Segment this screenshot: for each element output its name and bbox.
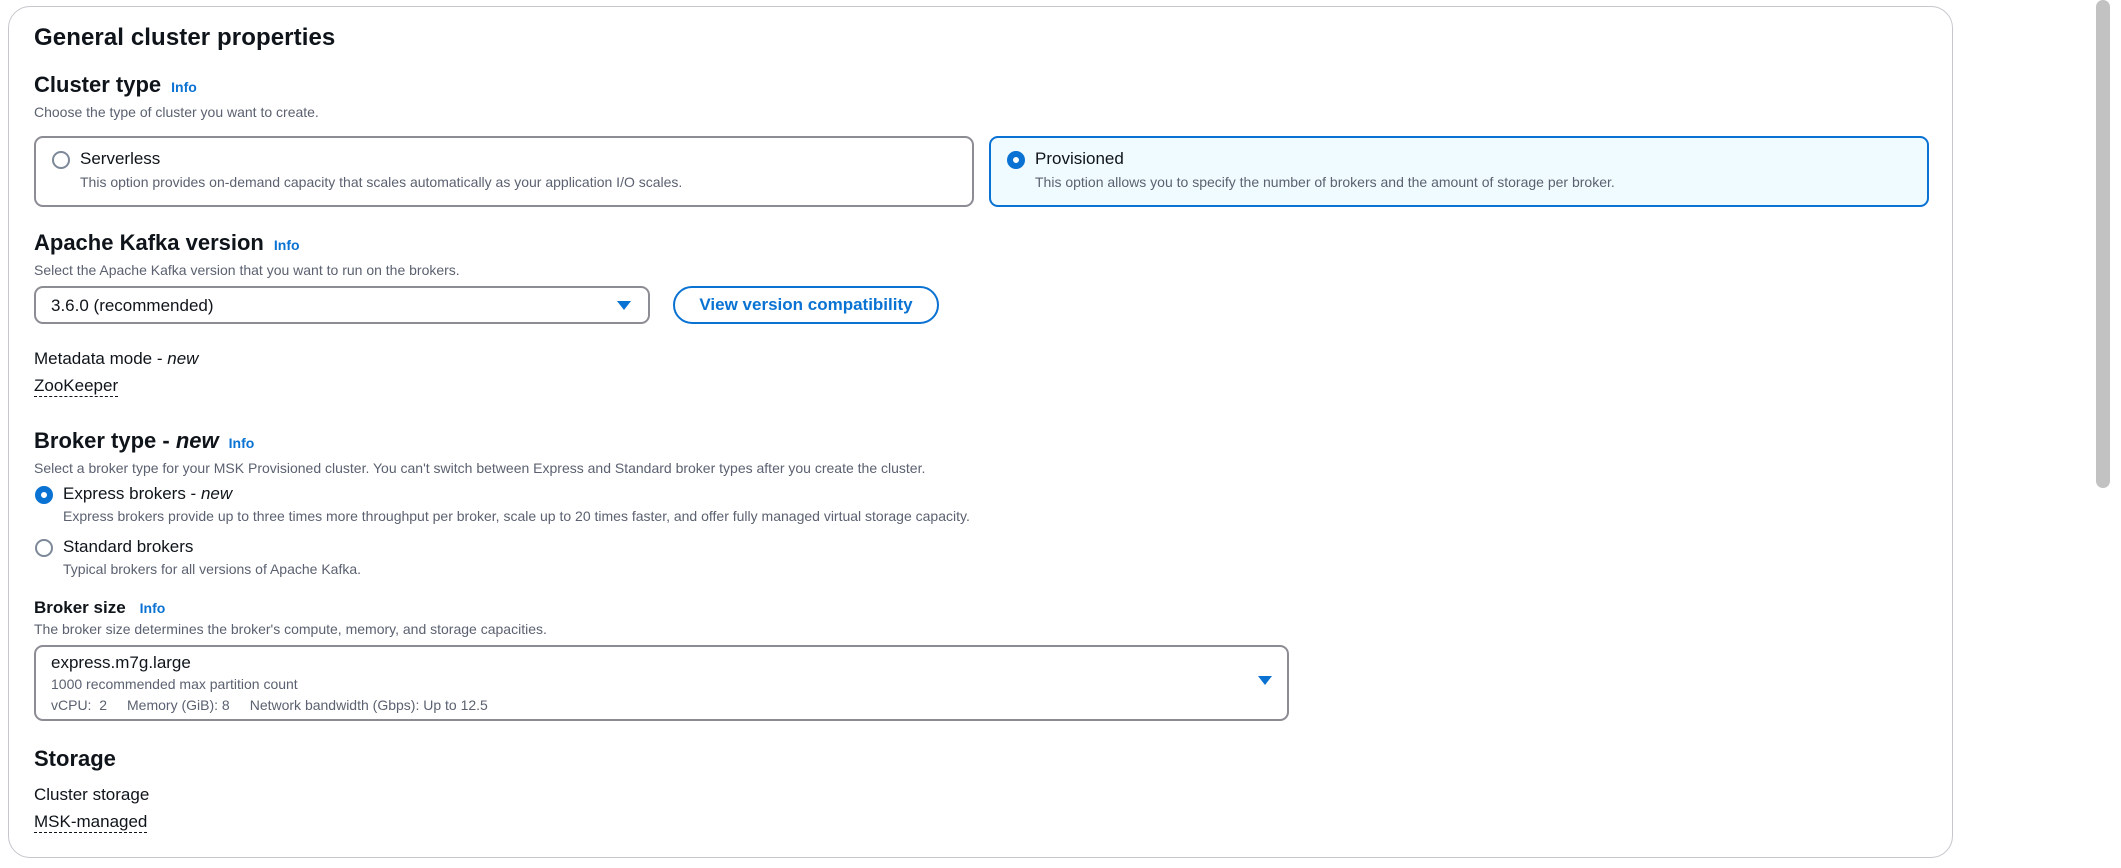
standard-brokers-radio[interactable] bbox=[35, 539, 53, 557]
kafka-version-header: Apache Kafka version Info bbox=[34, 230, 300, 256]
broker-type-new-tag: new bbox=[175, 428, 219, 453]
broker-size-select[interactable]: express.m7g.large 1000 recommended max p… bbox=[34, 645, 1289, 721]
metadata-mode-new-tag: new bbox=[167, 349, 199, 368]
serverless-description: This option provides on-demand capacity … bbox=[80, 174, 683, 190]
broker-size-header: Broker size Info bbox=[34, 598, 165, 618]
broker-size-partitions: 1000 recommended max partition count bbox=[51, 676, 298, 692]
chevron-down-icon bbox=[617, 301, 631, 310]
metadata-mode-value-text: ZooKeeper bbox=[34, 376, 119, 397]
express-brokers-new-tag: new bbox=[200, 484, 233, 503]
broker-type-info-link[interactable]: Info bbox=[229, 435, 255, 451]
view-version-compatibility-button[interactable]: View version compatibility bbox=[673, 286, 939, 324]
scrollbar-thumb[interactable] bbox=[2096, 0, 2110, 488]
cluster-type-heading: Cluster type bbox=[34, 72, 162, 97]
broker-size-memory: Memory (GiB): 8 bbox=[127, 697, 230, 713]
provisioned-title: Provisioned bbox=[1035, 149, 1124, 168]
cluster-type-header: Cluster type Info bbox=[34, 72, 197, 98]
standard-brokers-title: Standard brokers bbox=[63, 537, 194, 556]
cluster-storage-value: MSK-managed bbox=[34, 812, 148, 833]
kafka-version-description: Select the Apache Kafka version that you… bbox=[34, 262, 460, 278]
kafka-version-heading: Apache Kafka version bbox=[34, 230, 264, 255]
cluster-storage-label: Cluster storage bbox=[34, 785, 150, 804]
storage-heading: Storage bbox=[34, 746, 116, 771]
cluster-type-description: Choose the type of cluster you want to c… bbox=[34, 104, 319, 120]
standard-brokers-description: Typical brokers for all versions of Apac… bbox=[63, 561, 362, 577]
provisioned-tile[interactable]: Provisioned This option allows you to sp… bbox=[989, 136, 1929, 207]
express-brokers-radio[interactable] bbox=[35, 486, 53, 504]
metadata-mode-value: ZooKeeper bbox=[34, 376, 119, 397]
section-title: General cluster properties bbox=[34, 24, 336, 51]
kafka-version-selected-value: 3.6.0 (recommended) bbox=[51, 296, 214, 315]
kafka-version-select[interactable]: 3.6.0 (recommended) bbox=[34, 286, 650, 324]
broker-type-description: Select a broker type for your MSK Provis… bbox=[34, 460, 926, 476]
metadata-mode-label: Metadata mode - new bbox=[34, 349, 198, 369]
chevron-down-icon bbox=[1258, 676, 1272, 685]
serverless-title: Serverless bbox=[80, 149, 161, 168]
provisioned-radio[interactable] bbox=[1007, 151, 1025, 169]
express-brokers-option[interactable]: Express brokers - new Express brokers pr… bbox=[34, 484, 1134, 530]
broker-type-heading: Broker type - bbox=[34, 428, 176, 453]
express-brokers-description: Express brokers provide up to three time… bbox=[63, 508, 970, 524]
cluster-type-info-link[interactable]: Info bbox=[171, 79, 197, 95]
broker-size-description: The broker size determines the broker's … bbox=[34, 621, 547, 637]
broker-size-vcpu: vCPU: 2 bbox=[51, 697, 108, 713]
cluster-storage-value-text: MSK-managed bbox=[34, 812, 148, 833]
broker-size-heading: Broker size bbox=[34, 598, 126, 617]
serverless-radio[interactable] bbox=[52, 151, 70, 169]
standard-brokers-option[interactable]: Standard brokers Typical brokers for all… bbox=[34, 537, 1134, 583]
serverless-tile[interactable]: Serverless This option provides on-deman… bbox=[34, 136, 974, 207]
broker-size-info-link[interactable]: Info bbox=[140, 600, 166, 616]
broker-size-selected-value: express.m7g.large bbox=[51, 653, 191, 672]
express-brokers-title: Express brokers - new bbox=[63, 484, 232, 504]
broker-size-network: Network bandwidth (Gbps): Up to 12.5 bbox=[249, 697, 488, 713]
broker-type-header: Broker type - new Info bbox=[34, 428, 254, 454]
express-brokers-title-text: Express brokers - bbox=[63, 484, 201, 503]
provisioned-description: This option allows you to specify the nu… bbox=[1035, 174, 1615, 190]
broker-size-specs: vCPU: 2 Memory (GiB): 8 Network bandwidth … bbox=[51, 697, 488, 713]
general-cluster-properties-panel bbox=[8, 6, 1953, 858]
kafka-version-info-link[interactable]: Info bbox=[274, 237, 300, 253]
metadata-mode-label-text: Metadata mode - bbox=[34, 349, 168, 368]
